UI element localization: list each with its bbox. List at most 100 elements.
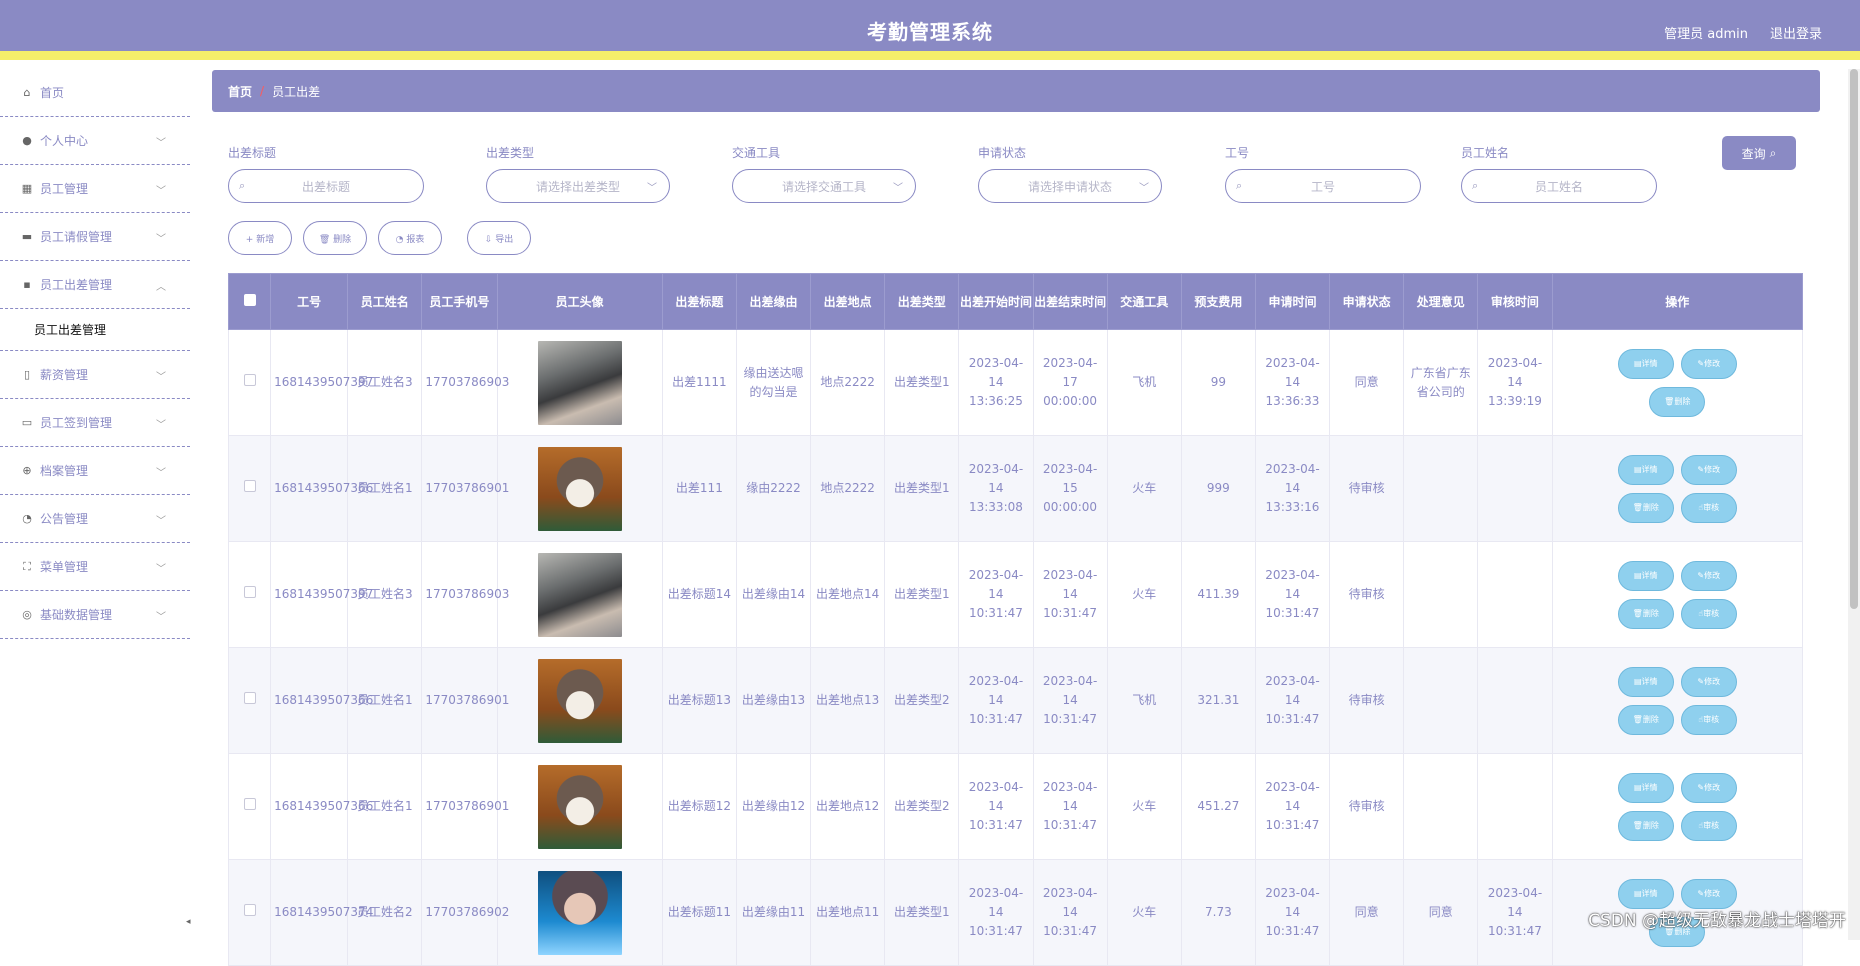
filter-input-4[interactable]: ⌕ 工号 xyxy=(1225,169,1421,203)
delete-row-button[interactable]: 🗑 删除 xyxy=(1617,810,1674,841)
select-all-checkbox[interactable] xyxy=(243,293,256,306)
detail-button[interactable]: ▤ 详情 xyxy=(1617,878,1674,909)
scrollbar-thumb[interactable] xyxy=(1850,69,1858,609)
report-button[interactable]: ◔ 报表 xyxy=(378,221,442,255)
row-checkbox[interactable] xyxy=(243,374,256,386)
search-icon: ⌕ xyxy=(1236,179,1243,192)
cell-name: 员工姓名1 xyxy=(347,753,423,860)
filter-select-2[interactable]: 请选择交通工具 ﹀ xyxy=(732,169,916,203)
audit-label: 审核 xyxy=(1703,715,1720,724)
delete-button[interactable]: 🗑 删除 xyxy=(303,221,367,255)
logout-link[interactable]: 退出登录 xyxy=(1770,23,1822,42)
edit-button[interactable]: ✎ 修改 xyxy=(1680,878,1737,909)
detail-label: 详情 xyxy=(1641,783,1658,792)
delete-row-button[interactable]: 🗑 删除 xyxy=(1617,704,1674,735)
detail-button[interactable]: ▤ 详情 xyxy=(1617,560,1674,591)
edit-button[interactable]: ✎ 修改 xyxy=(1680,772,1737,803)
edit-button[interactable]: ✎ 修改 xyxy=(1680,454,1737,485)
edit-button[interactable]: ✎ 修改 xyxy=(1680,560,1737,591)
column-header: 操作 xyxy=(1551,273,1803,330)
sidebar-item-4[interactable]: ▪ 员工出差管理 ︿ xyxy=(0,261,190,309)
column-header: 处理意见 xyxy=(1403,273,1479,330)
detail-button[interactable]: ▤ 详情 xyxy=(1617,348,1674,379)
export-button[interactable]: ⇩ 导出 xyxy=(467,221,531,255)
filter-input-0[interactable]: ⌕ 出差标题 xyxy=(228,169,424,203)
scrollbar[interactable] xyxy=(1848,69,1860,940)
add-button[interactable]: + 新增 xyxy=(228,221,292,255)
row-checkbox[interactable] xyxy=(243,904,256,916)
edit-button[interactable]: ✎ 修改 xyxy=(1680,666,1737,697)
fullscreen-icon: ⛶ xyxy=(23,559,31,573)
collapse-icon[interactable]: ◂ xyxy=(186,917,191,927)
sidebar-item-5[interactable]: ▯ 薪资管理 ﹀ xyxy=(0,351,190,399)
table-row[interactable]: 1681439507366 员工姓名1 17703786901 出差标题12 出差缘由1… xyxy=(227,753,1803,860)
row-checkbox[interactable] xyxy=(243,480,256,492)
cell-place: 出差地点11 xyxy=(810,859,886,966)
cell-reason: 出差缘由11 xyxy=(735,859,812,966)
operations-cell: ▤ 详情 ✎ 修改 🗑 删除 xyxy=(1551,329,1803,436)
column-header: 工号 xyxy=(270,273,349,330)
chevron-down-icon: ﹀ xyxy=(156,468,166,479)
chevron-down-icon: ﹀ xyxy=(156,234,166,245)
sidebar-item-1[interactable]: ● 个人中心 ﹀ xyxy=(0,117,190,165)
cell-apply_time: 2023-04-14 10:31:47 xyxy=(1254,859,1331,966)
cell-type: 出差类型1 xyxy=(884,435,960,542)
cell-place: 出差地点12 xyxy=(810,753,886,860)
sidebar-item-0[interactable]: ⌂ 首页 xyxy=(0,69,190,117)
cell-cost: 451.27 xyxy=(1180,753,1256,860)
sidebar-item-10[interactable]: ◎ 基础数据管理 ﹀ xyxy=(0,591,190,639)
audit-button[interactable]: ☝ 审核 xyxy=(1680,704,1737,735)
chevron-down-icon: ﹀ xyxy=(156,564,166,575)
mic-icon: ▯ xyxy=(23,368,31,381)
delete-row-button[interactable]: 🗑 删除 xyxy=(1617,598,1674,629)
filter-input-5[interactable]: ⌕ 员工姓名 xyxy=(1461,169,1657,203)
row-checkbox[interactable] xyxy=(243,586,256,598)
cell-name: 员工姓名2 xyxy=(347,859,423,966)
column-header: 交通工具 xyxy=(1106,273,1182,330)
sidebar-item-9[interactable]: ⛶ 菜单管理 ﹀ xyxy=(0,543,190,591)
query-button[interactable]: 查询 ⌕ xyxy=(1722,136,1796,170)
delete-row-button[interactable]: 🗑 删除 xyxy=(1649,386,1706,417)
sidebar-item-2[interactable]: ▦ 员工管理 ﹀ xyxy=(0,165,190,213)
column-header: 出差开始时间 xyxy=(958,273,1034,330)
sidebar-item-6[interactable]: ▭ 员工签到管理 ﹀ xyxy=(0,399,190,447)
cell-place: 地点2222 xyxy=(810,435,886,542)
row-checkbox[interactable] xyxy=(243,798,256,810)
detail-button[interactable]: ▤ 详情 xyxy=(1617,454,1674,485)
table-row[interactable]: 1681439507374 员工姓名2 17703786902 出差标题11 出差缘由1… xyxy=(227,859,1803,966)
table-row[interactable]: 1681439507366 员工姓名1 17703786901 出差111 缘由2222… xyxy=(227,435,1803,542)
detail-label: 详情 xyxy=(1641,889,1658,898)
table-row[interactable]: 1681439507397 员工姓名3 17703786903 出差标题14 出差缘由1… xyxy=(227,541,1803,648)
cell-cost: 7.73 xyxy=(1180,859,1256,966)
delete-row-button[interactable]: 🗑 删除 xyxy=(1617,492,1674,523)
audit-button[interactable]: ☝ 审核 xyxy=(1680,492,1737,523)
avatar-image xyxy=(537,340,622,425)
audit-button[interactable]: ☝ 审核 xyxy=(1680,810,1737,841)
cell-start: 2023-04-14 10:31:47 xyxy=(958,859,1034,966)
filter-placeholder: 请选择出差类型 xyxy=(535,179,620,194)
cell-phone: 17703786901 xyxy=(421,435,509,542)
chat-icon: ▭ xyxy=(21,416,33,429)
detail-button[interactable]: ▤ 详情 xyxy=(1617,666,1674,697)
sidebar-item-label: 员工出差管理 xyxy=(40,278,113,292)
delete-label: 删除 xyxy=(1642,821,1659,830)
cell-id: 1681439507397 xyxy=(270,541,373,648)
sidebar-subitem-trip[interactable]: 员工出差管理 xyxy=(0,309,190,351)
table-row[interactable]: 1681439507366 员工姓名1 17703786901 出差标题13 出差缘由1… xyxy=(227,647,1803,754)
sidebar-item-8[interactable]: ◔ 公告管理 ﹀ xyxy=(0,495,190,543)
row-checkbox[interactable] xyxy=(243,692,256,704)
current-user: 管理员 admin xyxy=(1664,27,1748,42)
filter-label-0: 出差标题 xyxy=(228,146,277,160)
edit-button[interactable]: ✎ 修改 xyxy=(1680,348,1737,379)
audit-button[interactable]: ☝ 审核 xyxy=(1680,598,1737,629)
filter-select-1[interactable]: 请选择出差类型 ﹀ xyxy=(486,169,670,203)
detail-button[interactable]: ▤ 详情 xyxy=(1617,772,1674,803)
cell-opinion xyxy=(1403,435,1479,542)
table-row[interactable]: 1681439507397 员工姓名3 17703786903 出差1111 缘由送达嗯… xyxy=(227,329,1803,436)
cell-start: 2023-04-14 10:31:47 xyxy=(958,541,1034,648)
sidebar-item-7[interactable]: ⊕ 档案管理 ﹀ xyxy=(0,447,190,495)
filter-placeholder: 请选择申请状态 xyxy=(1027,179,1112,194)
filter-select-3[interactable]: 请选择申请状态 ﹀ xyxy=(978,169,1162,203)
breadcrumb-home[interactable]: 首页 xyxy=(228,83,252,100)
sidebar-item-3[interactable]: ▬ 员工请假管理 ﹀ xyxy=(0,213,190,261)
